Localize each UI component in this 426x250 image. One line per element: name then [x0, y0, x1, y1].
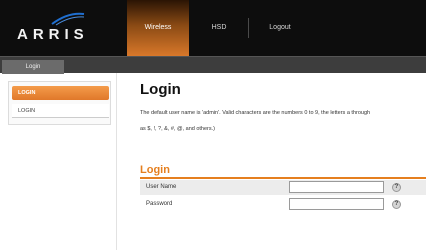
- page-title: Login: [140, 81, 181, 98]
- help-icon[interactable]: ?: [392, 183, 401, 192]
- sidebar-menu: LOGIN LOGIN: [8, 81, 111, 125]
- sub-nav-bar: Login: [0, 56, 426, 74]
- tab-login[interactable]: Login: [2, 60, 64, 74]
- top-header: ARRIS Wireless HSD Logout: [0, 0, 426, 56]
- nav-wireless[interactable]: Wireless: [127, 0, 189, 56]
- main-nav: Wireless HSD Logout: [127, 0, 311, 56]
- login-description: The default user name is 'admin'. Valid …: [140, 105, 426, 137]
- arris-logo: ARRIS: [10, 10, 102, 46]
- help-icon[interactable]: ?: [392, 200, 401, 209]
- logo-text: ARRIS: [17, 26, 89, 43]
- nav-logout-label: Logout: [269, 24, 291, 31]
- username-row: User Name ?: [140, 180, 426, 195]
- nav-hsd[interactable]: HSD: [189, 0, 249, 56]
- section-divider: [140, 177, 426, 179]
- username-label: User Name: [146, 184, 177, 190]
- password-label: Password: [146, 201, 173, 207]
- description-line-2: as $, !, ?, &, #, @, and others.): [140, 126, 215, 132]
- sidebar-item-login[interactable]: LOGIN: [12, 104, 109, 118]
- sidebar-item-login-active[interactable]: LOGIN: [12, 86, 109, 100]
- nav-wireless-label: Wireless: [144, 24, 172, 31]
- password-row: Password ?: [140, 197, 426, 212]
- nav-hsd-label: HSD: [211, 24, 227, 31]
- username-input[interactable]: [289, 181, 384, 193]
- sidebar: LOGIN LOGIN: [0, 73, 117, 250]
- nav-logout[interactable]: Logout: [249, 0, 311, 56]
- logo-swoosh-icon: [51, 12, 85, 26]
- description-line-1: The default user name is 'admin'. Valid …: [140, 110, 371, 116]
- section-title: Login: [140, 164, 170, 176]
- password-input[interactable]: [289, 198, 384, 210]
